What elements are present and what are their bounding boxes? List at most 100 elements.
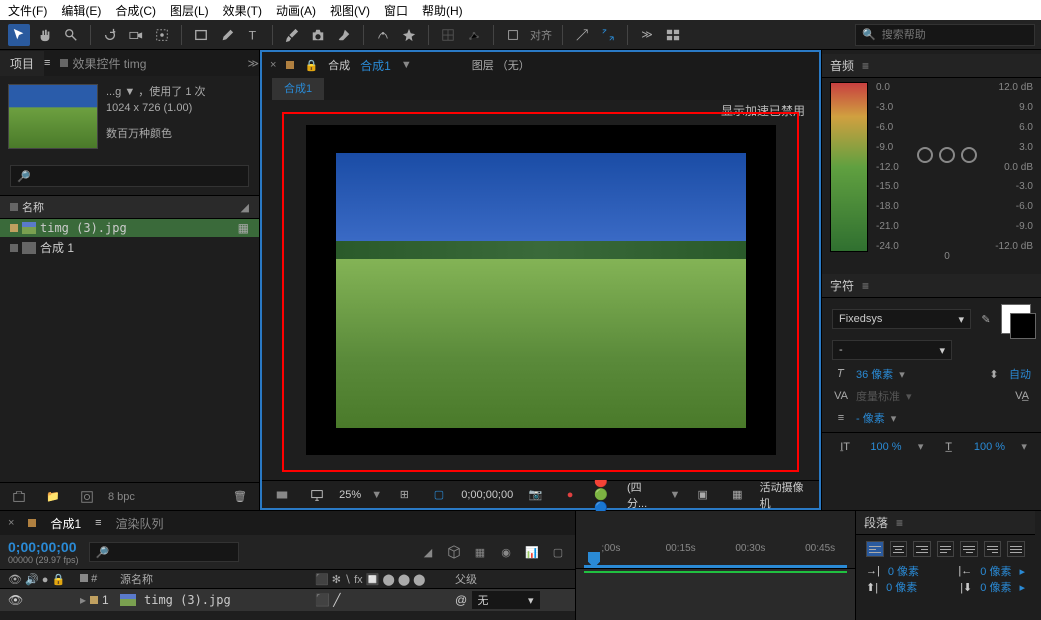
motion-blur-icon[interactable]: ◉ xyxy=(497,543,515,561)
transparency-icon[interactable]: ▦ xyxy=(727,484,748,506)
interpret-icon[interactable] xyxy=(8,486,30,508)
shy-icon[interactable]: ◢ xyxy=(419,543,437,561)
puppet-tool-icon[interactable] xyxy=(398,24,420,46)
horizontal-scale[interactable]: 100 % xyxy=(974,441,1005,453)
folder-icon[interactable]: 📁 xyxy=(42,486,64,508)
menu-animation[interactable]: 动画(A) xyxy=(276,2,316,19)
layer-switches[interactable]: ⬛ ╱ xyxy=(315,593,455,607)
tab-project[interactable]: 项目 xyxy=(0,51,44,76)
zoom-level[interactable]: 25% xyxy=(339,489,361,501)
space-after[interactable]: 0 像素 xyxy=(980,579,1011,595)
grid-icon[interactable]: ▢ xyxy=(429,484,450,506)
panel-menu-icon[interactable]: ≡ xyxy=(896,516,903,530)
stroke-width[interactable]: - 像素 xyxy=(856,410,885,426)
justify-last-center-icon[interactable] xyxy=(960,541,978,557)
channel-icon[interactable]: ● xyxy=(560,484,581,506)
pen-tool-icon[interactable] xyxy=(216,24,238,46)
asset-row[interactable]: timg (3).jpg ▦ xyxy=(0,219,259,237)
menu-edit[interactable]: 编辑(E) xyxy=(61,2,101,19)
tab-effect-controls[interactable]: 效果控件 timg xyxy=(50,51,156,76)
indent-right[interactable]: 0 像素 xyxy=(980,563,1011,579)
lock-icon[interactable]: 🔒 xyxy=(304,59,318,72)
viewer[interactable]: 显示加速已禁用 xyxy=(262,100,819,480)
expand-icon[interactable]: ≫ xyxy=(247,57,259,70)
draft-icon[interactable]: ▢ xyxy=(549,543,567,561)
tracks[interactable] xyxy=(576,569,855,620)
help-search-input[interactable] xyxy=(882,29,1028,41)
work-area-bar[interactable] xyxy=(584,565,847,568)
frame-blend-icon[interactable]: ▦ xyxy=(471,543,489,561)
justify-last-right-icon[interactable] xyxy=(984,541,1002,557)
timeline-tab-comp[interactable]: 合成1 xyxy=(50,515,81,532)
indent-left[interactable]: 0 像素 xyxy=(888,563,919,579)
font-dropdown[interactable]: Fixedsys▾ xyxy=(832,309,971,329)
camera-tool-icon[interactable] xyxy=(125,24,147,46)
rectangle-tool-icon[interactable] xyxy=(190,24,212,46)
font-size[interactable]: 36 像素 xyxy=(856,366,893,382)
parent-dropdown[interactable]: 无▾ xyxy=(471,590,541,610)
knob[interactable] xyxy=(961,147,977,163)
mask-icon[interactable] xyxy=(272,484,293,506)
comp-breadcrumb[interactable]: 合成1 xyxy=(360,57,391,74)
menu-layer[interactable]: 图层(L) xyxy=(170,2,209,19)
mesh-icon[interactable] xyxy=(437,24,459,46)
justify-all-icon[interactable] xyxy=(1007,541,1025,557)
align-left-icon[interactable] xyxy=(866,541,884,557)
current-timecode[interactable]: 0;00;00;00 xyxy=(8,539,79,555)
roto-tool-icon[interactable] xyxy=(372,24,394,46)
trash-icon[interactable]: 🗑 xyxy=(229,486,251,508)
rotate-tool-icon[interactable] xyxy=(99,24,121,46)
timeline-layer-row[interactable]: 👁 ▸1 timg (3).jpg ⬛ ╱ @ 无▾ xyxy=(0,589,575,611)
expand-icon[interactable]: ≫ xyxy=(636,24,658,46)
panel-menu-icon[interactable]: ≡ xyxy=(862,59,869,73)
region-icon[interactable]: ▣ xyxy=(692,484,713,506)
new-comp-icon[interactable] xyxy=(76,486,98,508)
eyedropper-icon[interactable]: ✎ xyxy=(977,313,995,326)
knob[interactable] xyxy=(939,147,955,163)
zoom-tool-icon[interactable] xyxy=(60,24,82,46)
color-swatch[interactable] xyxy=(1001,304,1031,334)
sort-icon[interactable]: ◢ xyxy=(241,201,249,214)
clone-tool-icon[interactable] xyxy=(307,24,329,46)
leading[interactable]: 自动 xyxy=(1009,366,1031,382)
camera-dropdown[interactable]: 活动摄像机 xyxy=(760,479,811,511)
layer-duration-bar[interactable] xyxy=(584,571,847,573)
snap-line-icon[interactable] xyxy=(571,24,593,46)
quality-dropdown[interactable]: (四分... xyxy=(627,479,660,511)
menu-composition[interactable]: 合成(C) xyxy=(115,2,156,19)
comp-subtab[interactable]: 合成1 xyxy=(272,78,324,100)
brush-tool-icon[interactable] xyxy=(281,24,303,46)
menu-file[interactable]: 文件(F) xyxy=(8,2,47,19)
snapshot-icon[interactable]: 📷 xyxy=(525,484,546,506)
align-right-icon[interactable] xyxy=(913,541,931,557)
asset-row[interactable]: 合成 1 xyxy=(0,237,259,258)
current-time[interactable]: 0;00;00;00 xyxy=(461,489,513,501)
text-tool-icon[interactable]: T xyxy=(242,24,264,46)
menu-view[interactable]: 视图(V) xyxy=(330,2,370,19)
monitor-icon[interactable] xyxy=(307,484,328,506)
panel-menu-icon[interactable]: ≡ xyxy=(95,517,101,529)
col-source-name[interactable]: 源名称 xyxy=(120,571,315,587)
project-search-input[interactable] xyxy=(31,169,242,184)
menu-effect[interactable]: 效果(T) xyxy=(223,2,262,19)
hand-tool-icon[interactable] xyxy=(34,24,56,46)
workspace-icon[interactable] xyxy=(662,24,684,46)
pan-behind-tool-icon[interactable] xyxy=(151,24,173,46)
space-before[interactable]: 0 像素 xyxy=(886,579,917,595)
panel-menu-icon[interactable]: ≡ xyxy=(862,279,869,293)
graph-editor-icon[interactable]: 📊 xyxy=(523,543,541,561)
timeline-search-input[interactable] xyxy=(109,545,231,560)
eraser-tool-icon[interactable] xyxy=(333,24,355,46)
menu-window[interactable]: 窗口 xyxy=(384,2,408,19)
align-center-icon[interactable] xyxy=(890,541,908,557)
selection-tool-icon[interactable] xyxy=(8,24,30,46)
snap-icon[interactable] xyxy=(502,24,524,46)
column-header-name[interactable]: 名称 ◢ xyxy=(0,195,259,219)
preview-image[interactable] xyxy=(336,153,746,428)
bpc-label[interactable]: 8 bpc xyxy=(108,491,135,503)
timeline-search[interactable]: 🔎 xyxy=(89,542,239,562)
menu-help[interactable]: 帮助(H) xyxy=(422,2,463,19)
time-ruler[interactable]: ;00s00:15s00:30s00:45s xyxy=(576,511,855,569)
help-search[interactable]: 🔍 xyxy=(855,24,1035,46)
tracking[interactable]: 度量标准 xyxy=(856,388,900,404)
